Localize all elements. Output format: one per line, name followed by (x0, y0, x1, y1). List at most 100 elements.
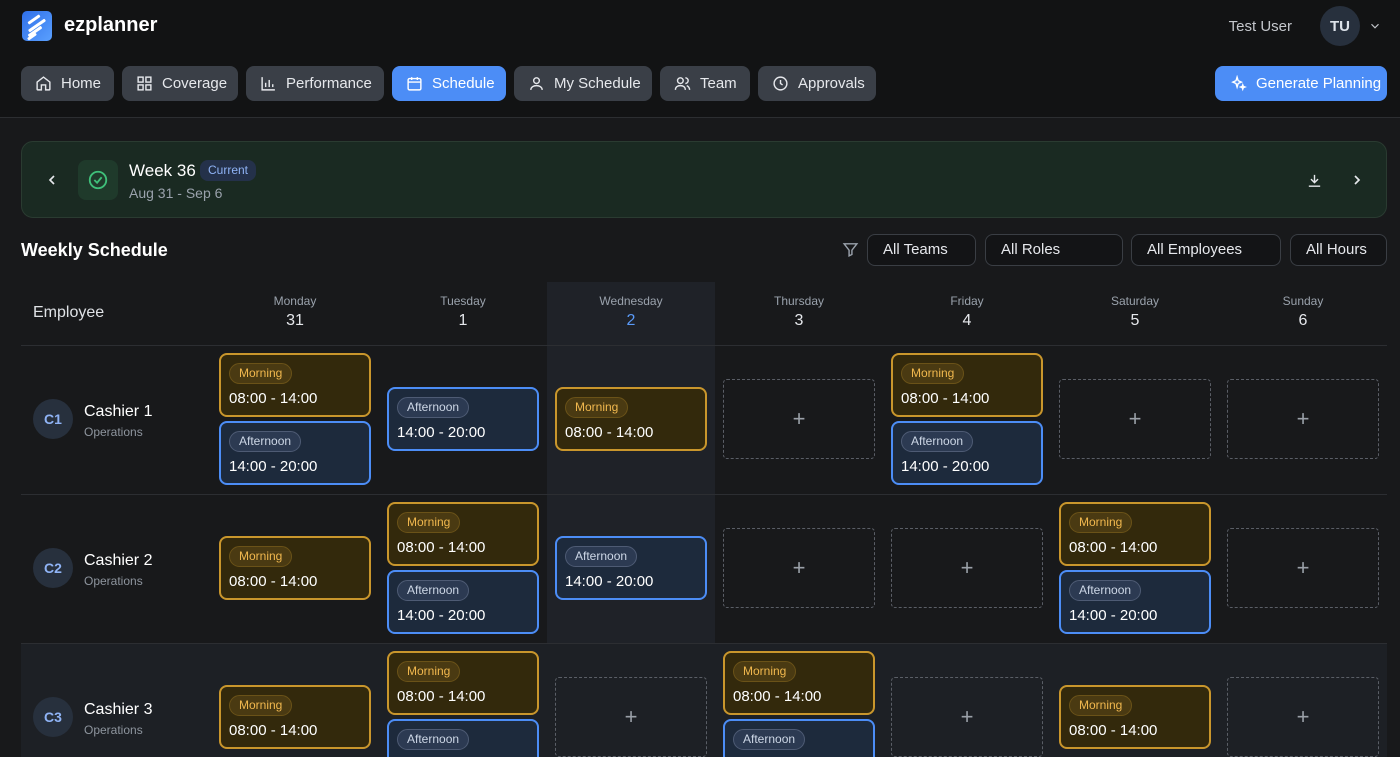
nav-home[interactable]: Home (21, 66, 114, 101)
day-name: Thursday (773, 294, 825, 308)
day-name: Saturday (1110, 294, 1160, 308)
shift-card-morning[interactable]: Morning 08:00 - 14:00 (891, 353, 1043, 417)
employee-team: Operations (84, 574, 143, 588)
shift-time: 08:00 - 14:00 (1069, 539, 1158, 556)
shift-tag: Morning (1069, 695, 1133, 716)
users-icon (674, 77, 691, 90)
chevron-left-icon[interactable] (44, 172, 60, 188)
employee-avatar: C1 (33, 399, 73, 439)
employee-name[interactable]: Cashier 1 (84, 403, 152, 421)
add-shift-button[interactable]: + (1227, 677, 1379, 757)
app-header: ezplanner Test User TU Home Coverage Per… (0, 0, 1400, 118)
day-number: 31 (286, 312, 304, 329)
shift-card-afternoon[interactable]: Afternoon14:00 - 20:00 (891, 421, 1043, 485)
week-status (78, 160, 118, 200)
shift-tag: Morning (565, 397, 629, 418)
employee-column-header: Employee (33, 304, 105, 321)
generate-planning-button[interactable]: Generate Planning (1215, 66, 1387, 101)
add-shift-button[interactable]: + (723, 379, 875, 459)
current-badge: Current (200, 160, 257, 181)
employee-name[interactable]: Cashier 2 (84, 552, 152, 570)
day-name: Wednesday (599, 294, 663, 308)
bar-chart-icon (261, 77, 275, 91)
add-shift-button[interactable]: + (1059, 379, 1211, 459)
shift-card-afternoon[interactable]: Afternoon14:00 - 20:00 (387, 719, 539, 757)
shift-card-morning[interactable]: Morning 08:00 - 14:00 (387, 502, 539, 566)
shift-time: 08:00 - 14:00 (229, 390, 318, 407)
shift-card-afternoon[interactable]: Afternoon14:00 - 20:00 (387, 570, 539, 634)
shift-time: 08:00 - 14:00 (1069, 722, 1158, 739)
add-shift-button[interactable]: + (555, 677, 707, 757)
day-name: Sunday (1282, 294, 1324, 308)
shift-tag: Afternoon (1069, 580, 1142, 601)
shift-card-afternoon[interactable]: Afternoon14:00 - 20:00 (1059, 570, 1211, 634)
ezplanner-logo-icon[interactable] (22, 11, 52, 41)
shift-tag: Morning (1069, 512, 1133, 533)
nav-coverage-label: Coverage (162, 75, 228, 92)
schedule-title: Weekly Schedule (21, 240, 168, 260)
day-header-thursday: Thursday 3 (715, 294, 883, 330)
chevron-right-icon[interactable] (1349, 172, 1365, 188)
shift-tag: Morning (397, 512, 461, 533)
shift-time: 08:00 - 14:00 (229, 573, 318, 590)
shift-tag: Afternoon (229, 431, 302, 452)
employee-name[interactable]: Cashier 3 (84, 701, 152, 719)
shift-card-morning[interactable]: Morning 08:00 - 14:00 (723, 651, 875, 715)
nav-my-schedule[interactable]: My Schedule (514, 66, 652, 101)
add-shift-button[interactable]: + (1227, 528, 1379, 608)
shift-time: 08:00 - 14:00 (901, 390, 990, 407)
shift-time: 14:00 - 20:00 (565, 573, 654, 590)
add-shift-button[interactable]: + (1227, 379, 1379, 459)
download-icon[interactable] (1306, 172, 1323, 189)
shift-card-morning[interactable]: Morning 08:00 - 14:00 (219, 685, 371, 749)
shift-card-afternoon[interactable]: Afternoon 14:00 - 20:00 (387, 387, 539, 451)
week-title: Week 36 (129, 161, 196, 180)
user-name[interactable]: Test User (1229, 18, 1292, 35)
shift-card-morning[interactable]: Morning 08:00 - 14:00 (219, 353, 371, 417)
filter-teams[interactable]: All Teams (867, 234, 976, 266)
user-avatar[interactable]: TU (1320, 6, 1360, 46)
chevron-down-icon[interactable] (1368, 19, 1382, 33)
shift-tag: Morning (901, 363, 965, 384)
shift-card-afternoon[interactable]: Afternoon14:00 - 20:00 (219, 421, 371, 485)
shift-time: 08:00 - 14:00 (397, 539, 486, 556)
day-number: 5 (1130, 312, 1140, 329)
shift-card-morning[interactable]: Morning 08:00 - 14:00 (387, 651, 539, 715)
filter-hours[interactable]: All Hours (1290, 234, 1387, 266)
add-shift-button[interactable]: + (723, 528, 875, 608)
nav-coverage[interactable]: Coverage (122, 66, 238, 101)
day-number: 3 (794, 312, 804, 329)
shift-tag: Afternoon (397, 397, 470, 418)
shift-card-morning[interactable]: Morning 08:00 - 14:00 (219, 536, 371, 600)
day-number: 2 (626, 312, 636, 329)
shift-card-afternoon[interactable]: Afternoon14:00 - 20:00 (723, 719, 875, 757)
add-shift-button[interactable]: + (891, 677, 1043, 757)
filter-employees[interactable]: All Employees (1131, 234, 1281, 266)
shift-tag: Afternoon (397, 580, 470, 601)
nav-approvals[interactable]: Approvals (758, 66, 876, 101)
employee-avatar: C2 (33, 548, 73, 588)
nav-schedule[interactable]: Schedule (392, 66, 506, 101)
nav-home-label: Home (61, 75, 102, 92)
shift-time: 08:00 - 14:00 (733, 688, 822, 705)
shift-time: 14:00 - 20:00 (901, 458, 990, 475)
shift-time: 08:00 - 14:00 (565, 424, 654, 441)
home-icon (36, 76, 51, 91)
day-number: 6 (1298, 312, 1308, 329)
nav-approvals-label: Approvals (798, 75, 865, 92)
nav-team[interactable]: Team (660, 66, 750, 101)
filter-roles[interactable]: All Roles (985, 234, 1123, 266)
add-shift-button[interactable]: + (891, 528, 1043, 608)
nav-performance[interactable]: Performance (246, 66, 384, 101)
shift-time: 08:00 - 14:00 (229, 722, 318, 739)
shift-card-morning[interactable]: Morning 08:00 - 14:00 (555, 387, 707, 451)
grid-icon (137, 76, 152, 91)
day-name: Tuesday (440, 294, 486, 308)
nav-schedule-label: Schedule (432, 75, 495, 92)
shift-tag: Morning (229, 546, 293, 567)
shift-card-afternoon[interactable]: Afternoon14:00 - 20:00 (555, 536, 707, 600)
shift-time: 08:00 - 14:00 (397, 688, 486, 705)
shift-card-morning[interactable]: Morning 08:00 - 14:00 (1059, 502, 1211, 566)
shift-card-morning[interactable]: Morning 08:00 - 14:00 (1059, 685, 1211, 749)
shift-time: 14:00 - 20:00 (397, 424, 486, 441)
